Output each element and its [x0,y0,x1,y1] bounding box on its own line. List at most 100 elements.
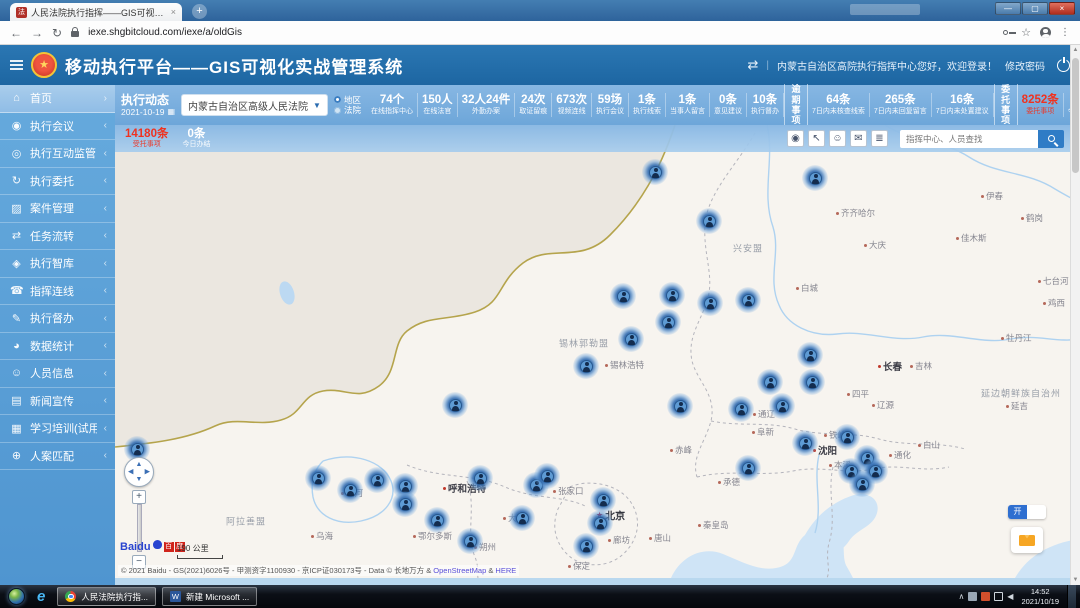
map-marker[interactable] [642,159,668,185]
map-marker[interactable] [442,392,468,418]
pan-up-icon[interactable]: ▲ [136,461,143,468]
change-password-link[interactable]: 修改密码 [1005,58,1045,73]
logout-power-icon[interactable] [1057,58,1070,72]
layers-icon[interactable]: ≣ [871,130,888,147]
scrollbar-thumb[interactable] [1072,58,1079,173]
tray-expand-icon[interactable]: ∧ [958,592,964,601]
map-marker[interactable] [467,465,493,491]
pan-down-icon[interactable]: ▼ [136,476,143,483]
bookmark-star-icon[interactable]: ☆ [1021,26,1031,39]
url-text[interactable]: iexe.shgbitcloud.com/iexe/a/oldGis [88,27,242,38]
tab-close-icon[interactable]: × [171,7,176,17]
sidebar-item-delegation[interactable]: ↻ 执行委托 ‹ [0,168,115,195]
panel-toggle[interactable]: 开 [1008,505,1046,519]
map-marker[interactable] [728,396,754,422]
map-marker[interactable] [696,208,722,234]
sidebar-item-task-flow[interactable]: ⇄ 任务流转 ‹ [0,223,115,250]
map-marker[interactable] [697,290,723,316]
radio-court[interactable]: 法院 [333,106,361,115]
map-marker[interactable] [735,455,761,481]
sidebar-item-person-case-match[interactable]: ⊕ 人案匹配 ‹ [0,443,115,470]
reload-icon[interactable]: ↻ [52,27,62,39]
profile-avatar-icon[interactable] [1040,27,1051,38]
map-marker[interactable] [305,465,331,491]
window-close-button[interactable]: × [1049,2,1075,15]
map-marker[interactable] [509,505,535,531]
switch-system-icon[interactable]: ⇄ [747,57,758,73]
window-minimize-button[interactable]: — [995,2,1021,15]
map-marker[interactable] [797,342,823,368]
map-marker[interactable] [587,510,613,536]
sidebar-item-training[interactable]: ▦ 学习培训(试用) ‹ [0,415,115,443]
tray-volume-icon[interactable]: ◀ [1007,592,1013,601]
tray-network-icon[interactable] [994,592,1004,601]
map-marker[interactable] [610,283,636,309]
start-button[interactable] [8,588,25,605]
map-marker[interactable] [655,309,681,335]
scroll-down-icon[interactable]: ▼ [1071,575,1080,585]
search-button[interactable] [1038,129,1064,148]
select-cursor-icon[interactable]: ↖ [808,130,825,147]
back-icon[interactable]: ← [10,27,22,39]
sidebar-item-knowledge-base[interactable]: ◈ 执行智库 ‹ [0,250,115,278]
map-marker[interactable] [424,507,450,533]
browser-tab[interactable]: 法 人民法院执行指挥——GIS可视… × [10,3,182,21]
window-maximize-button[interactable]: ▢ [1022,2,1048,15]
map-marker[interactable] [757,369,783,395]
sidebar-item-case-management[interactable]: ▨ 案件管理 ‹ [0,195,115,223]
overview-icon[interactable]: ◉ [787,130,804,147]
osm-link[interactable]: OpenStreetMap [433,566,486,575]
map-marker[interactable] [769,393,795,419]
map-marker[interactable] [802,165,828,191]
tray-emblem-icon[interactable] [981,592,991,601]
map-marker[interactable] [573,533,599,559]
internet-explorer-icon[interactable]: e [37,588,45,605]
zoom-in-button[interactable]: + [132,490,146,504]
map-marker[interactable] [792,430,818,456]
sidebar-item-interactive-monitor[interactable]: ◎ 执行互动监管 ‹ [0,140,115,168]
pan-right-icon[interactable]: ▶ [145,469,150,476]
map-marker[interactable] [667,393,693,419]
map-marker[interactable] [799,369,825,395]
sidebar-item-personnel[interactable]: ☺ 人员信息 ‹ [0,360,115,388]
map-marker[interactable] [590,487,616,513]
calendar-icon[interactable]: ▦ [167,107,175,117]
forward-icon[interactable]: → [31,27,43,39]
here-link[interactable]: HERE [495,566,516,575]
radio-region[interactable]: 地区 [333,95,361,105]
sidebar-item-news[interactable]: ▤ 新闻宣传 ‹ [0,388,115,415]
key-icon[interactable] [1003,30,1017,35]
map-pan-control[interactable]: ▲ ▼ ◀ ▶ [124,457,154,487]
page-scrollbar[interactable]: ▲ ▼ [1070,45,1080,585]
map-marker[interactable] [834,424,860,450]
map-marker[interactable] [337,477,363,503]
taskbar-word-button[interactable]: W 新建 Microsoft ... [161,587,258,606]
map-marker[interactable] [392,491,418,517]
menu-collapse-icon[interactable] [10,60,23,70]
pan-left-icon[interactable]: ◀ [128,469,133,476]
sidebar-item-data-stats[interactable]: ◕ 数据统计 ‹ [0,333,115,360]
taskbar-chrome-button[interactable]: 人民法院执行指... [57,587,156,606]
tray-app-icon[interactable] [968,592,978,601]
map-marker[interactable] [573,353,599,379]
sidebar-item-meeting[interactable]: ◉ 执行会议 ‹ [0,113,115,140]
sidebar-item-supervision[interactable]: ✎ 执行督办 ‹ [0,305,115,333]
show-desktop-button[interactable] [1067,585,1076,608]
map-marker[interactable] [659,282,685,308]
browser-menu-icon[interactable]: ⋮ [1060,27,1070,38]
map-canvas[interactable]: 齐齐哈尔 伊春 鹤岗 佳木斯 大庆 七台河 鸡西 牡丹江 兴安盟 白城 锡林郭勒盟 锡林浩特 长春 吉林四… [115,125,1080,578]
person-locate-icon[interactable]: ☺ [829,130,846,147]
message-button[interactable] [1011,527,1043,553]
map-marker[interactable] [735,287,761,313]
sidebar-item-home[interactable]: ⌂ 首页 › [0,85,115,113]
message-icon[interactable]: ✉ [850,130,867,147]
map-marker[interactable] [534,463,560,489]
scroll-up-icon[interactable]: ▲ [1071,45,1080,55]
sidebar-item-command-line[interactable]: ☎ 指挥连线 ‹ [0,278,115,305]
court-select-dropdown[interactable]: 内蒙古自治区高级人民法院 ▼ [181,94,328,116]
map-marker[interactable] [364,467,390,493]
map-marker[interactable] [849,471,875,497]
new-tab-button[interactable]: + [192,4,207,19]
search-input[interactable] [900,129,1038,148]
map-marker[interactable] [618,326,644,352]
